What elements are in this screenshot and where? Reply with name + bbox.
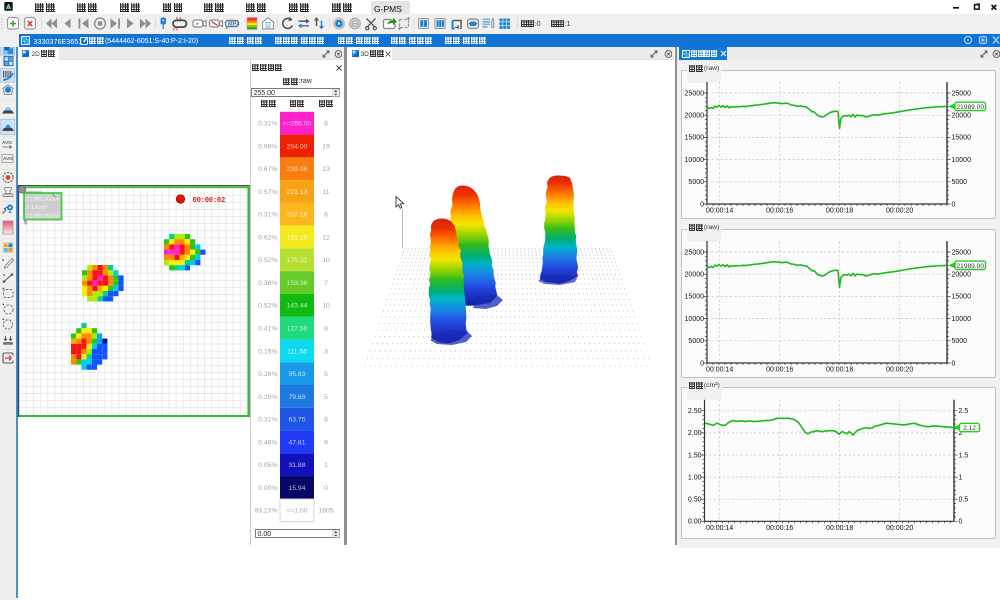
svg-text:21989.00: 21989.00 [956, 104, 984, 111]
svg-text:2.5: 2.5 [959, 408, 969, 415]
svg-text:20000: 20000 [685, 272, 705, 279]
svg-text:00:00:14: 00:00:14 [706, 208, 733, 215]
svg-text:10000: 10000 [685, 316, 705, 323]
svg-text:25000: 25000 [952, 249, 972, 256]
svg-text:1: 1 [959, 474, 963, 481]
svg-text:0: 0 [959, 519, 963, 526]
svg-text:1.00: 1.00 [688, 474, 702, 481]
svg-text:10000: 10000 [685, 157, 705, 164]
svg-text:00:00:14: 00:00:14 [706, 367, 733, 374]
svg-text:0: 0 [952, 360, 956, 367]
svg-text:20000: 20000 [952, 272, 972, 279]
svg-text:00:00:16: 00:00:16 [766, 208, 793, 215]
svg-text:10000: 10000 [952, 316, 972, 323]
svg-text:15000: 15000 [952, 135, 972, 142]
svg-text:00:00:20: 00:00:20 [886, 525, 913, 532]
svg-text:00:00:18: 00:00:18 [826, 367, 853, 374]
svg-text:25000: 25000 [685, 90, 705, 97]
svg-text:5000: 5000 [688, 179, 704, 186]
svg-text:0.50: 0.50 [688, 497, 702, 504]
svg-text:5000: 5000 [688, 338, 704, 345]
svg-text:0: 0 [700, 201, 704, 208]
svg-text:25000: 25000 [952, 90, 972, 97]
svg-text:00:00:18: 00:00:18 [826, 208, 853, 215]
svg-text:15000: 15000 [952, 294, 972, 301]
svg-text:21989.00: 21989.00 [956, 263, 984, 270]
svg-text:20000: 20000 [685, 113, 705, 120]
svg-text:5000: 5000 [952, 338, 968, 345]
svg-text:0.00: 0.00 [688, 519, 702, 526]
svg-text:00:00:14: 00:00:14 [706, 525, 733, 532]
svg-text:15000: 15000 [685, 294, 705, 301]
svg-text:0.5: 0.5 [959, 497, 969, 504]
svg-text:15000: 15000 [685, 135, 705, 142]
svg-text:5000: 5000 [952, 179, 968, 186]
svg-text:00:00:16: 00:00:16 [766, 367, 793, 374]
svg-text:0: 0 [700, 360, 704, 367]
svg-text:00:00:20: 00:00:20 [886, 367, 913, 374]
svg-text:00:00:20: 00:00:20 [886, 208, 913, 215]
svg-text:10000: 10000 [952, 157, 972, 164]
svg-text:1.5: 1.5 [959, 452, 969, 459]
svg-text:20000: 20000 [952, 113, 972, 120]
svg-text:2.00: 2.00 [688, 430, 702, 437]
svg-text:1.50: 1.50 [688, 452, 702, 459]
svg-text:00:00:16: 00:00:16 [766, 525, 793, 532]
svg-text:25000: 25000 [685, 249, 705, 256]
svg-text:00:00:18: 00:00:18 [826, 525, 853, 532]
svg-text:0: 0 [952, 201, 956, 208]
svg-text:2.12: 2.12 [963, 425, 976, 432]
svg-text:2.50: 2.50 [688, 408, 702, 415]
